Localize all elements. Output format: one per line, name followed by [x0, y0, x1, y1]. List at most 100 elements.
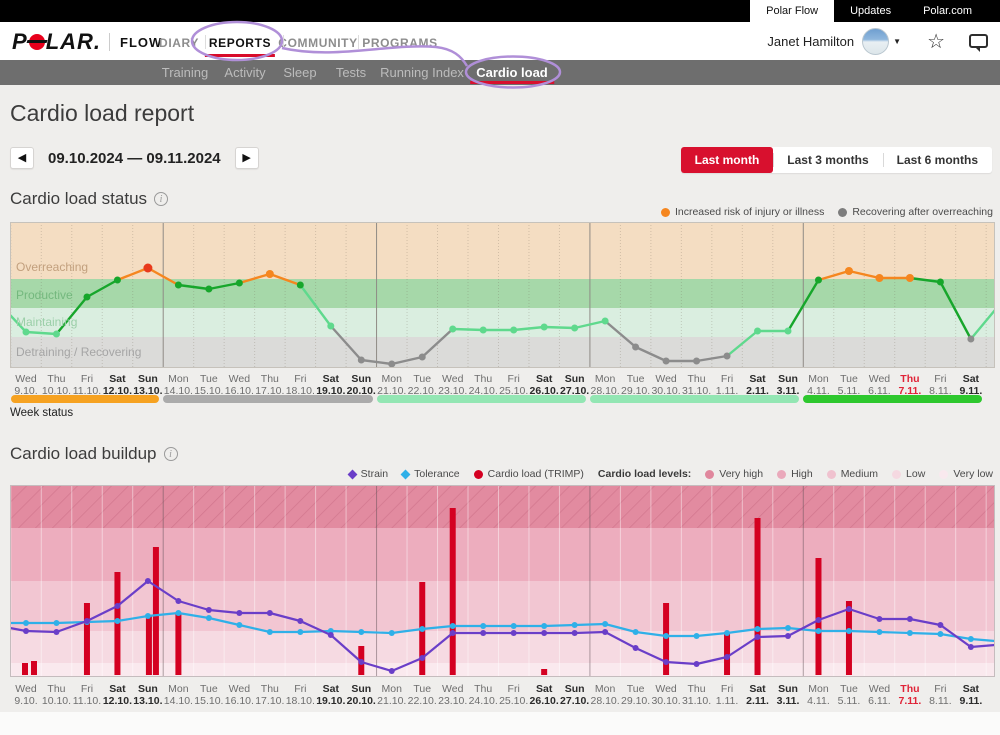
subnav-item-cardio-load[interactable]: Cardio load — [476, 60, 548, 85]
subnav-item-running-index[interactable]: Running Index — [380, 60, 464, 85]
tolerance-point — [389, 630, 395, 636]
nav-item-community[interactable]: COMMUNITY — [278, 36, 357, 50]
strain-point — [541, 630, 547, 636]
buildup-info-icon[interactable]: i — [164, 447, 178, 461]
page-title: Cardio load report — [10, 100, 194, 127]
trimp-bar — [846, 601, 852, 675]
tolerance-point — [511, 623, 517, 629]
cardio-load-level-item: Very high — [705, 468, 763, 480]
nav-item-diary[interactable]: DIARY — [159, 36, 199, 50]
top-tab-polar-com[interactable]: Polar.com — [907, 0, 988, 22]
strain-point — [84, 618, 90, 624]
status-point — [175, 282, 182, 289]
logo-rest: LAR. — [46, 29, 101, 55]
level-dot-icon — [705, 470, 714, 479]
polar-logo[interactable]: P LAR. FLOW — [12, 29, 162, 55]
tolerance-point — [480, 623, 486, 629]
cardio-load-levels-label: Cardio load levels: — [598, 468, 691, 480]
chat-bubble-icon[interactable] — [969, 34, 988, 48]
trimp-bar — [724, 632, 730, 675]
cardio-load-level-item: Low — [892, 468, 925, 480]
nav-item-programs[interactable]: PROGRAMS — [362, 36, 437, 50]
avatar[interactable] — [862, 28, 889, 55]
page-bottom — [0, 712, 1000, 735]
nav-divider — [358, 35, 359, 49]
tolerance-point — [175, 610, 181, 616]
tolerance-point — [267, 629, 273, 635]
buildup-series-legend-item: Strain — [349, 468, 388, 480]
top-tab-polar-flow[interactable]: Polar Flow — [750, 0, 834, 22]
prev-period-button[interactable]: ◀ — [10, 147, 34, 169]
strain-point — [876, 616, 882, 622]
legend-label: Very low — [953, 468, 993, 480]
next-period-button[interactable]: ▶ — [235, 147, 259, 169]
tolerance-point — [53, 620, 59, 626]
range-button-last-3-months[interactable]: Last 3 months — [773, 147, 882, 173]
tolerance-point — [633, 629, 639, 635]
range-button-last-month[interactable]: Last month — [681, 147, 774, 173]
zone-band-maintaining — [10, 308, 995, 337]
week-status-segment — [11, 395, 159, 403]
level-dot-icon — [777, 470, 786, 479]
strain-point — [206, 607, 212, 613]
tolerance-point — [419, 626, 425, 632]
legend-dot-icon — [661, 208, 670, 217]
level-dot-icon — [827, 470, 836, 479]
status-point — [266, 270, 274, 278]
legend-label: Recovering after overreaching — [852, 206, 993, 218]
nav-item-reports[interactable]: REPORTS — [209, 36, 271, 50]
legend-label: Very high — [719, 468, 763, 480]
favorites-star-icon[interactable]: ☆ — [927, 29, 945, 54]
level-dot-icon — [939, 470, 948, 479]
status-point — [297, 282, 304, 289]
strain-point — [602, 629, 608, 635]
status-point — [114, 277, 121, 284]
legend-label: High — [791, 468, 813, 480]
diamond-icon — [401, 469, 411, 479]
range-button-last-6-months[interactable]: Last 6 months — [883, 147, 992, 173]
flow-label: FLOW — [120, 35, 162, 50]
main-nav: P LAR. FLOW DIARY REPORTS COMMUNITY PROGRAMS… — [0, 22, 1000, 60]
trimp-bar — [450, 508, 456, 675]
week-status-segment — [377, 395, 586, 403]
subnav-item-sleep[interactable]: Sleep — [283, 60, 316, 85]
load-band-very-high — [10, 485, 995, 528]
logo-letter-p: P — [12, 29, 28, 55]
strain-point — [328, 632, 334, 638]
status-info-icon[interactable]: i — [154, 192, 168, 206]
tolerance-point — [450, 623, 456, 629]
date-range-value: 09.10.2024 — 09.11.2024 — [48, 150, 221, 167]
strain-point — [907, 616, 913, 622]
user-box: Janet Hamilton ▼ ☆ — [767, 26, 988, 56]
week-status-segment — [163, 395, 372, 403]
zone-label: Productive — [16, 288, 73, 302]
tolerance-point — [23, 620, 29, 626]
buildup-section-title-text: Cardio load buildup — [10, 444, 157, 464]
tolerance-point — [755, 626, 761, 632]
strain-point — [145, 578, 151, 584]
status-point — [449, 326, 456, 333]
range-button-group: Last monthLast 3 monthsLast 6 months — [681, 147, 992, 173]
tolerance-point — [907, 630, 913, 636]
user-name[interactable]: Janet Hamilton — [767, 34, 854, 49]
top-tab-updates[interactable]: Updates — [834, 0, 907, 22]
cardio-load-level-item: Medium — [827, 468, 878, 480]
nav-divider — [205, 35, 206, 49]
cardio-load-level-item: High — [777, 468, 813, 480]
status-point — [236, 280, 243, 287]
trimp-bar — [153, 547, 159, 675]
status-section-title-text: Cardio load status — [10, 189, 147, 209]
subnav-item-tests[interactable]: Tests — [336, 60, 366, 85]
buildup-section-title: Cardio load buildup i — [10, 444, 178, 464]
polar-flow-app: Polar FlowUpdatesPolar.com P LAR. FLOW DI… — [0, 0, 1000, 735]
status-point — [480, 327, 487, 334]
top-bar-tabs: Polar FlowUpdatesPolar.com — [750, 0, 988, 22]
trimp-bar — [755, 518, 761, 675]
subnav-item-activity[interactable]: Activity — [224, 60, 265, 85]
level-dot-icon — [892, 470, 901, 479]
chevron-down-icon[interactable]: ▼ — [893, 37, 901, 46]
subnav-item-training[interactable]: Training — [162, 60, 208, 85]
tolerance-point — [541, 623, 547, 629]
reports-subnav: Training Activity Sleep Tests Running Index C… — [0, 60, 1000, 85]
week-status-segment — [803, 395, 982, 403]
